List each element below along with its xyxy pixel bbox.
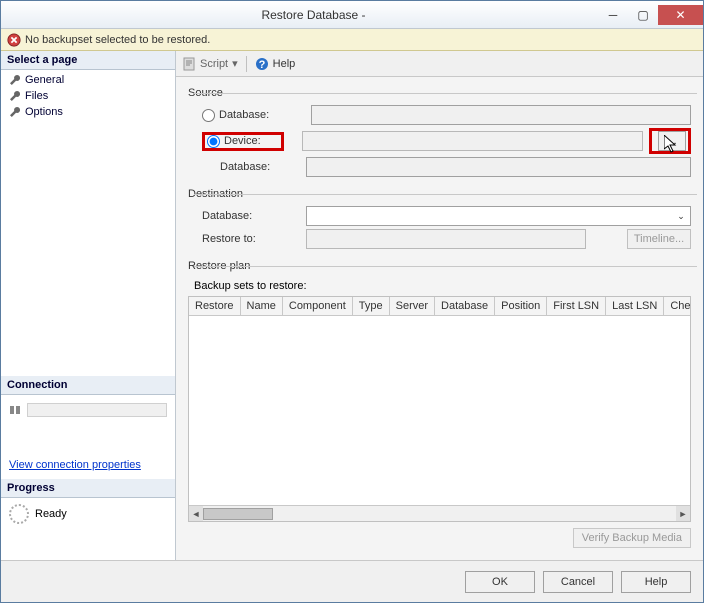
grid-col[interactable]: Restore	[189, 297, 241, 315]
maximize-button[interactable]: ▢	[628, 5, 658, 25]
progress-row: Ready	[1, 498, 175, 530]
timeline-button[interactable]: Timeline...	[627, 229, 691, 249]
scroll-right-icon[interactable]: ►	[676, 506, 690, 522]
server-icon	[9, 404, 23, 416]
restore-to-field[interactable]	[306, 229, 586, 249]
titlebar: Restore Database - ─ ▢ ✕	[1, 1, 703, 29]
window-title: Restore Database -	[29, 8, 598, 22]
close-button[interactable]: ✕	[658, 5, 703, 25]
warning-bar: No backupset selected to be restored.	[1, 29, 703, 51]
connection-panel	[1, 395, 175, 421]
grid-col[interactable]: Last LSN	[606, 297, 664, 315]
select-page-header: Select a page	[1, 51, 175, 70]
dest-header: Destination	[188, 188, 249, 200]
page-list: General Files Options	[1, 70, 175, 122]
progress-status: Ready	[35, 508, 67, 520]
progress-header: Progress	[1, 479, 175, 498]
source-subdb-label: Database:	[202, 161, 284, 173]
script-dropdown[interactable]: ▾	[232, 57, 238, 70]
help-icon: ?	[255, 57, 269, 71]
progress-spinner-icon	[9, 504, 29, 524]
minimize-button[interactable]: ─	[598, 5, 628, 25]
backup-sets-label: Backup sets to restore:	[194, 280, 691, 292]
h-scrollbar[interactable]: ◄ ►	[189, 505, 690, 521]
connection-value	[27, 403, 167, 417]
wrench-icon	[9, 90, 21, 102]
connection-header: Connection	[1, 376, 175, 395]
scroll-left-icon[interactable]: ◄	[189, 506, 203, 522]
grid-col[interactable]: Type	[353, 297, 390, 315]
grid-col[interactable]: Position	[495, 297, 547, 315]
window: Restore Database - ─ ▢ ✕ No backupset se…	[0, 0, 704, 603]
backup-grid[interactable]: Restore Name Component Type Server Datab…	[188, 296, 691, 522]
content: Select a page General Files Options Conn…	[1, 51, 703, 560]
sidebar-item-label: General	[25, 74, 64, 86]
wrench-icon	[9, 74, 21, 86]
toolbar: Script ▾ ? Help	[176, 51, 703, 77]
sidebar-item-options[interactable]: Options	[1, 104, 175, 120]
verify-backup-button[interactable]: Verify Backup Media	[573, 528, 691, 548]
sidebar: Select a page General Files Options Conn…	[1, 51, 176, 560]
grid-col[interactable]: Checkpoint LSN	[664, 297, 691, 315]
source-database-label: Database:	[219, 109, 297, 121]
ok-button[interactable]: OK	[465, 571, 535, 593]
warning-text: No backupset selected to be restored.	[25, 34, 210, 46]
restore-plan-header: Restore plan	[188, 260, 256, 272]
sidebar-item-files[interactable]: Files	[1, 88, 175, 104]
grid-body	[189, 316, 690, 505]
source-header: Source	[188, 87, 229, 99]
dest-database-label: Database:	[202, 210, 284, 222]
sidebar-item-general[interactable]: General	[1, 72, 175, 88]
source-device-field[interactable]	[302, 131, 643, 151]
scroll-thumb[interactable]	[203, 508, 273, 520]
cancel-button[interactable]: Cancel	[543, 571, 613, 593]
grid-col[interactable]: Server	[390, 297, 435, 315]
footer: OK Cancel Help	[1, 560, 703, 602]
view-connection-link[interactable]: View connection properties	[1, 451, 175, 479]
chevron-down-icon: ⌄	[674, 209, 688, 223]
grid-col[interactable]: Name	[241, 297, 283, 315]
destination-group: Destination Database: ⌄ Restore to: Time…	[188, 188, 691, 252]
source-device-radio[interactable]	[207, 135, 220, 148]
grid-col[interactable]: Database	[435, 297, 495, 315]
grid-header-row: Restore Name Component Type Server Datab…	[189, 297, 690, 316]
restore-plan-group: Restore plan Backup sets to restore: Res…	[188, 260, 691, 548]
script-button[interactable]: Script	[200, 58, 228, 70]
grid-col[interactable]: Component	[283, 297, 353, 315]
source-device-label: Device:	[224, 135, 261, 147]
main-body: Source Database: Device:	[176, 77, 703, 560]
error-icon	[7, 33, 21, 47]
grid-col[interactable]: First LSN	[547, 297, 606, 315]
sidebar-item-label: Files	[25, 90, 48, 102]
script-icon	[182, 57, 196, 71]
source-subdb-combo[interactable]	[306, 157, 691, 177]
help-button[interactable]: Help	[273, 58, 296, 70]
browse-device-button[interactable]: ...	[658, 131, 686, 151]
chevron-down-icon	[674, 108, 688, 122]
source-database-combo[interactable]	[311, 105, 691, 125]
help-footer-button[interactable]: Help	[621, 571, 691, 593]
source-database-radio[interactable]	[202, 109, 215, 122]
wrench-icon	[9, 106, 21, 118]
main-panel: Script ▾ ? Help Source Database:	[176, 51, 703, 560]
chevron-down-icon	[674, 160, 688, 174]
restore-to-label: Restore to:	[202, 233, 284, 245]
sidebar-item-label: Options	[25, 106, 63, 118]
svg-text:?: ?	[258, 59, 265, 71]
source-group: Source Database: Device:	[188, 87, 691, 180]
dest-database-combo[interactable]: ⌄	[306, 206, 691, 226]
